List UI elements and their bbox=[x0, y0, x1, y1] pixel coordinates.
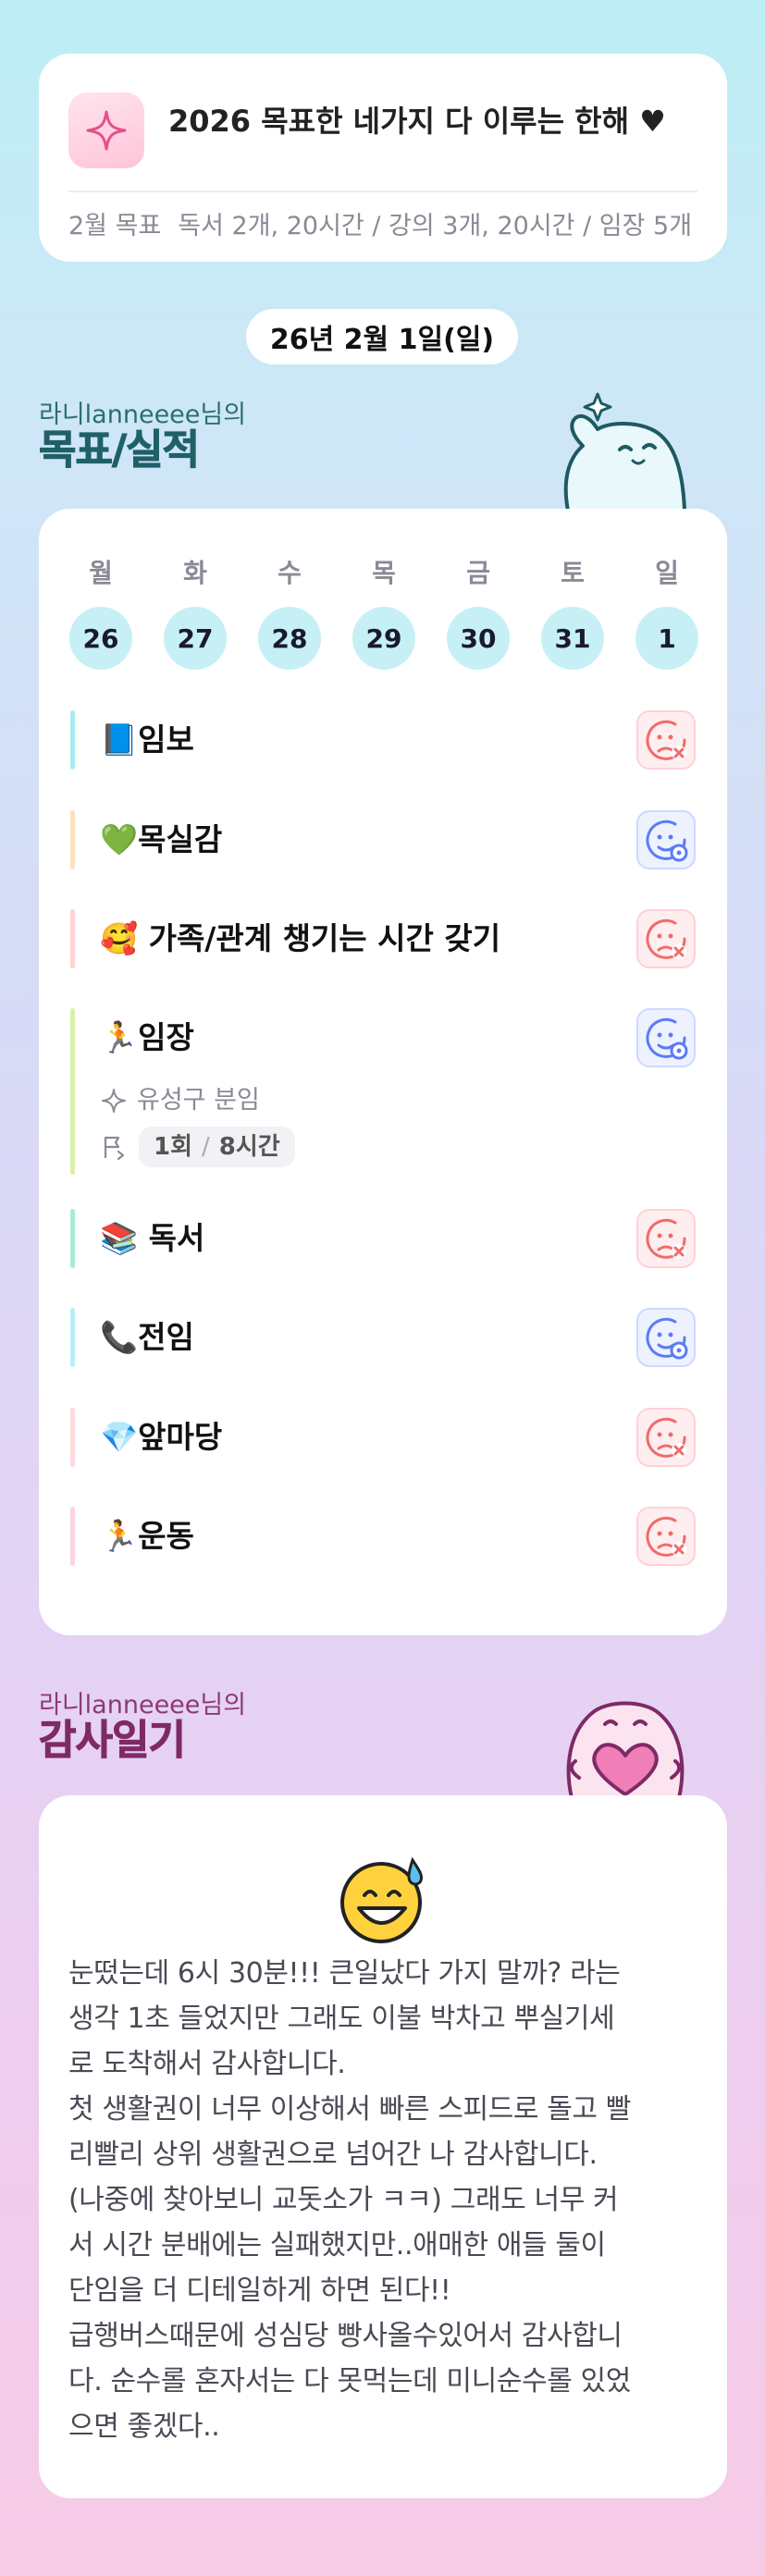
sparkle-outline-icon bbox=[102, 1089, 126, 1113]
habit-name: 📘임보 bbox=[100, 721, 194, 758]
divider bbox=[68, 191, 697, 192]
habit-row-exercise[interactable]: 🏃운동 bbox=[70, 1507, 696, 1566]
monthly-goal-text: 독서 2개, 20시간 / 강의 3개, 20시간 / 임장 5개 bbox=[178, 212, 693, 240]
day-name: 토 bbox=[561, 558, 585, 588]
habit-count: 1회 bbox=[154, 1133, 193, 1161]
day-date: 29 bbox=[352, 607, 415, 670]
day-mon[interactable]: 월 26 bbox=[69, 555, 132, 670]
status-fail-face-icon[interactable] bbox=[636, 1507, 696, 1566]
day-wed[interactable]: 수 28 bbox=[258, 555, 321, 670]
monthly-goal-line: 2월 목표 독서 2개, 20시간 / 강의 3개, 20시간 / 임장 5개 bbox=[68, 209, 709, 244]
habit-detail-place: 유성구 분임 bbox=[100, 1082, 260, 1119]
gratitude-journal-card[interactable]: 눈떴는데 6시 30분!!! 큰일났다 가지 말까? 라는 생각 1초 들었지만… bbox=[39, 1795, 727, 2498]
habit-name: 💚목실감 bbox=[100, 821, 223, 857]
sparkle-icon bbox=[68, 92, 144, 168]
day-name: 금 bbox=[466, 558, 490, 588]
monthly-goal-label: 2월 목표 bbox=[68, 212, 162, 240]
habit-count-pill: 1회 / 8시간 bbox=[139, 1127, 295, 1167]
habit-emoji: 🏃 bbox=[100, 1518, 139, 1554]
day-date: 31 bbox=[541, 607, 604, 670]
status-ok-face-icon[interactable] bbox=[636, 810, 696, 869]
habit-color-bar bbox=[70, 710, 75, 770]
date-selector[interactable]: 26년 2월 1일(일) bbox=[246, 309, 518, 364]
habit-name: 🥰 가족/관계 챙기는 시간 갖기 bbox=[100, 920, 501, 956]
habit-emoji: 📘 bbox=[100, 721, 139, 758]
habit-name: 🏃임장 bbox=[100, 1019, 194, 1055]
habit-emoji: 📚 bbox=[100, 1220, 139, 1256]
habit-color-bar bbox=[70, 1408, 75, 1467]
grinning-sweat-icon bbox=[340, 1856, 424, 1943]
journal-text: 눈떴는데 6시 30분!!! 큰일났다 가지 말까? 라는 생각 1초 들었지만… bbox=[68, 1957, 631, 2443]
habit-emoji: 💎 bbox=[100, 1419, 139, 1455]
goals-section-title: 목표/실적 bbox=[39, 426, 201, 474]
status-fail-face-icon[interactable] bbox=[636, 710, 696, 770]
habit-row-jeonim[interactable]: 📞전임 bbox=[70, 1308, 696, 1367]
day-date: 30 bbox=[447, 607, 510, 670]
day-tue[interactable]: 화 27 bbox=[164, 555, 227, 670]
day-date: 1 bbox=[635, 607, 698, 670]
day-date: 27 bbox=[164, 607, 227, 670]
habit-color-bar bbox=[70, 1008, 75, 1175]
habit-color-bar bbox=[70, 909, 75, 968]
habit-color-bar bbox=[70, 1209, 75, 1268]
status-fail-face-icon[interactable] bbox=[636, 1408, 696, 1467]
status-fail-face-icon[interactable] bbox=[636, 1209, 696, 1268]
heart-hug-mascot-icon bbox=[566, 1701, 685, 1798]
habit-emoji: 💚 bbox=[100, 821, 139, 857]
habit-row-reading[interactable]: 📚 독서 bbox=[70, 1209, 696, 1268]
day-sat[interactable]: 토 31 bbox=[541, 555, 604, 670]
day-name: 화 bbox=[183, 558, 207, 588]
day-thu[interactable]: 목 29 bbox=[352, 555, 415, 670]
habit-row-imjang[interactable]: 🏃임장 유성구 분임 1회 / 8시간 bbox=[70, 1008, 696, 1175]
yearly-goal-title: 2026 목표한 네가지 다 이루는 한해 ♥ bbox=[168, 104, 666, 139]
week-strip: 월 26 화 27 수 28 목 29 금 30 토 31 일 1 bbox=[39, 555, 727, 684]
habit-row-apmadang[interactable]: 💎앞마당 bbox=[70, 1408, 696, 1467]
day-name: 월 bbox=[89, 558, 113, 588]
flag-route-icon bbox=[104, 1136, 125, 1161]
habit-detail-count: 1회 / 8시간 bbox=[100, 1125, 295, 1169]
habit-name: 🏃운동 bbox=[100, 1518, 194, 1554]
habit-row-imbo[interactable]: 📘임보 bbox=[70, 710, 696, 770]
separator: / bbox=[202, 1133, 210, 1161]
day-name: 일 bbox=[655, 558, 679, 588]
habit-color-bar bbox=[70, 1507, 75, 1566]
habit-hours: 8시간 bbox=[218, 1133, 280, 1161]
habit-name: 📞전임 bbox=[100, 1319, 194, 1355]
day-fri[interactable]: 금 30 bbox=[447, 555, 510, 670]
habit-detail-place-text: 유성구 분임 bbox=[137, 1086, 260, 1115]
day-name: 수 bbox=[278, 558, 302, 588]
habit-name: 📚 독서 bbox=[100, 1220, 205, 1256]
habit-name: 💎앞마당 bbox=[100, 1419, 223, 1455]
yearly-goal-card[interactable]: 2026 목표한 네가지 다 이루는 한해 ♥ 2월 목표 독서 2개, 20시간… bbox=[39, 54, 727, 262]
goal-tracker-card: 월 26 화 27 수 28 목 29 금 30 토 31 일 1 📘임보 💚목… bbox=[39, 509, 727, 1635]
habit-emoji: 🥰 bbox=[100, 920, 139, 956]
day-date: 26 bbox=[69, 607, 132, 670]
habit-row-family[interactable]: 🥰 가족/관계 챙기는 시간 갖기 bbox=[70, 909, 696, 968]
status-ok-face-icon[interactable] bbox=[636, 1308, 696, 1367]
thanks-section-title: 감사일기 bbox=[39, 1717, 187, 1764]
habit-color-bar bbox=[70, 810, 75, 869]
habit-emoji: 📞 bbox=[100, 1319, 139, 1355]
status-ok-face-icon[interactable] bbox=[636, 1008, 696, 1067]
day-date: 28 bbox=[258, 607, 321, 670]
waving-mascot-icon bbox=[563, 392, 686, 511]
day-name: 목 bbox=[372, 558, 396, 588]
habit-emoji: 🏃 bbox=[100, 1019, 139, 1055]
day-sun[interactable]: 일 1 bbox=[635, 555, 698, 670]
habit-row-moksilgam[interactable]: 💚목실감 bbox=[70, 810, 696, 869]
habit-color-bar bbox=[70, 1308, 75, 1367]
status-fail-face-icon[interactable] bbox=[636, 909, 696, 968]
